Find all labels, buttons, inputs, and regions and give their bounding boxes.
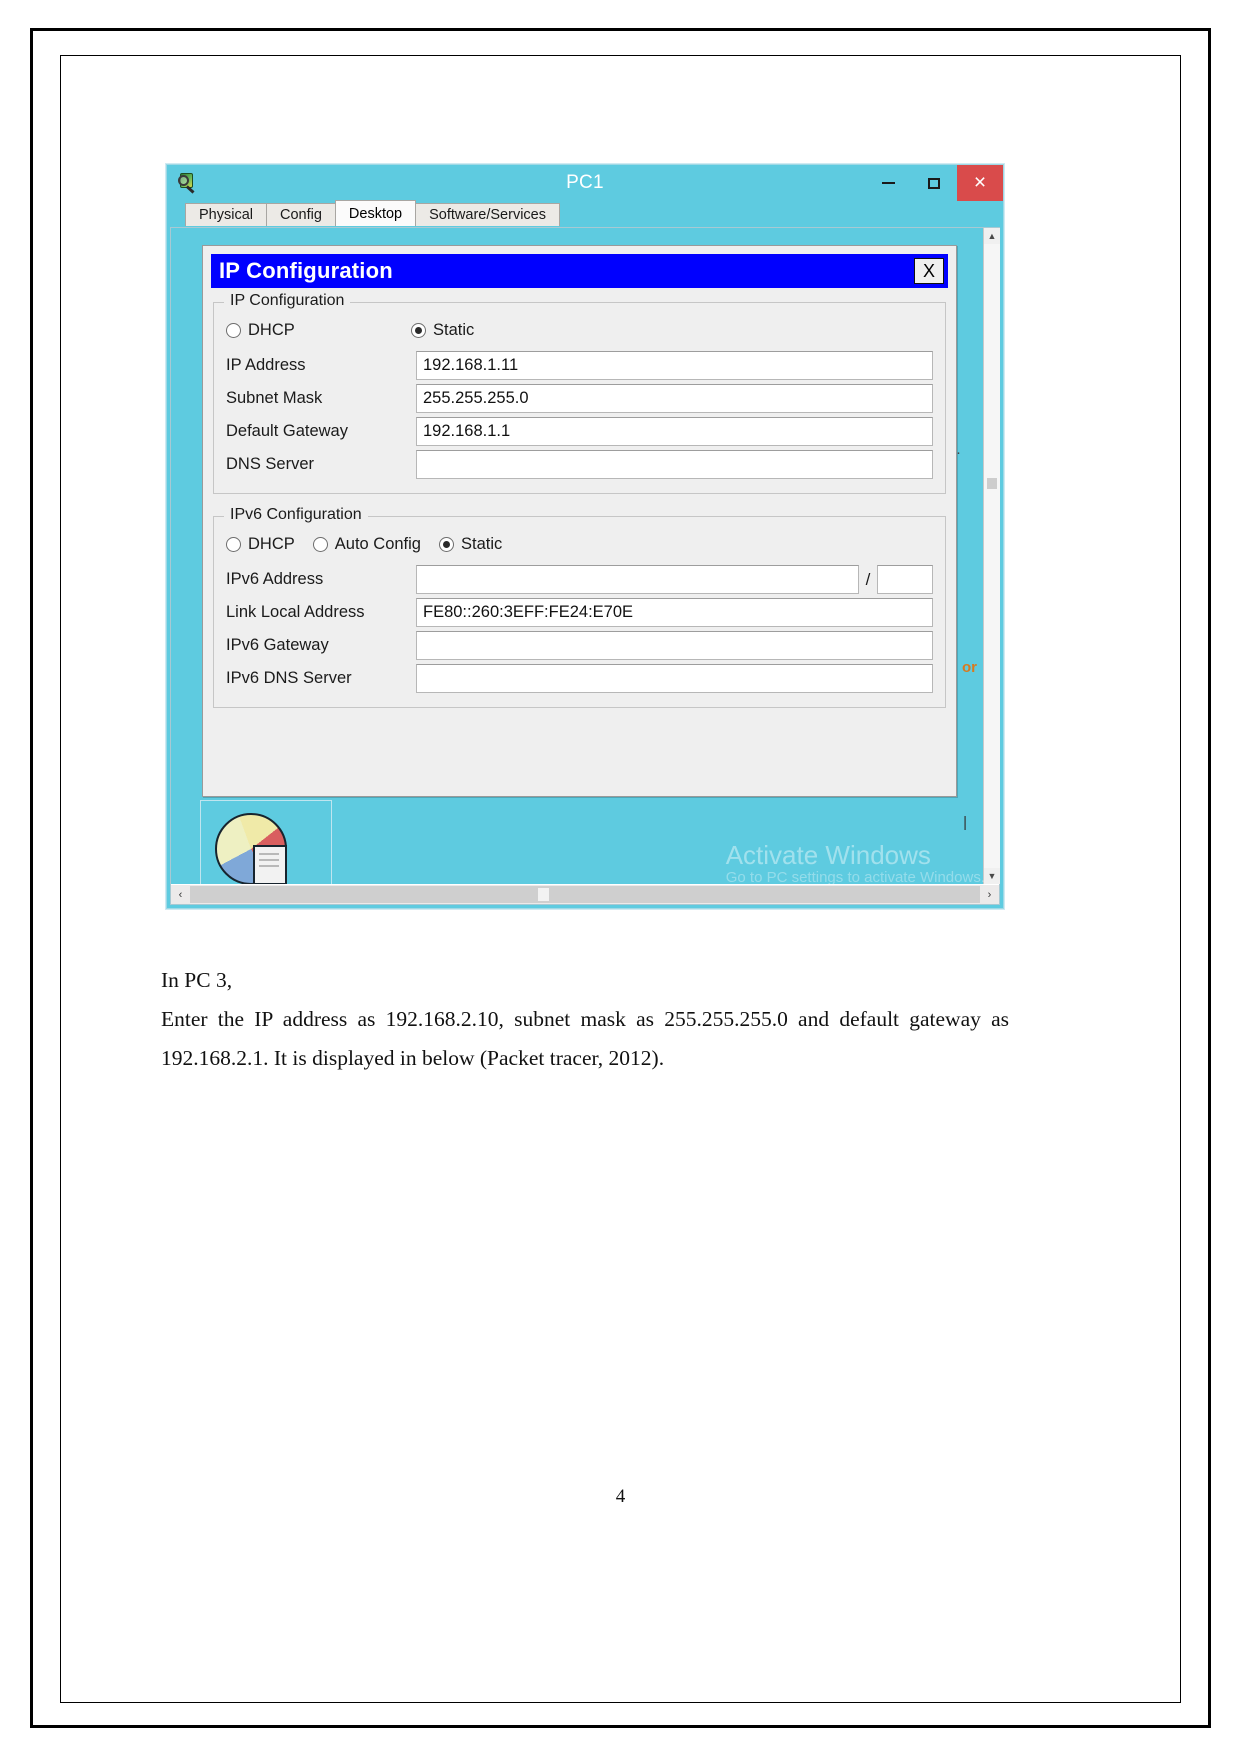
window-title-bar: PC1 × [167, 165, 1003, 201]
ip-address-label: IP Address [226, 356, 306, 374]
pie-chart-icon [215, 813, 293, 884]
radio-circle-icon [226, 536, 241, 552]
paragraph-instructions: Enter the IP address as 192.168.2.10, su… [161, 1007, 1009, 1071]
tab-physical[interactable]: Physical [185, 203, 267, 226]
ipv6-radio-auto-config-label: Auto Config [334, 534, 421, 553]
ipv6-address-input[interactable] [416, 565, 859, 594]
tab-software-services[interactable]: Software/Services [415, 203, 560, 226]
ipv6-radio-dhcp[interactable]: DHCP [226, 535, 295, 554]
row-ipv6-address: IPv6 Address / [226, 563, 933, 596]
dialog-title-bar: IP Configuration X [211, 254, 948, 288]
window-title: PC1 [566, 172, 604, 193]
scroll-left-arrow-icon[interactable]: ‹ [171, 885, 190, 904]
desktop-tab-panel: or · | IP Configuration X IP Configurati… [170, 227, 1000, 905]
ipv4-mode-radio-group: DHCP Static [226, 317, 933, 343]
ipv4-configuration-group: IP Configuration DHCP Static IP Address … [213, 292, 946, 494]
scroll-up-arrow-icon[interactable]: ▲ [984, 228, 1000, 244]
ipv6-mode-radio-group: DHCP Auto Config Static [226, 531, 933, 557]
ipv6-radio-dhcp-label: DHCP [248, 534, 295, 553]
horizontal-scrollbar[interactable]: ‹ › [171, 884, 999, 904]
background-text-fragment-or: or [962, 659, 977, 676]
radio-circle-icon [439, 536, 454, 552]
row-ipv6-gateway: IPv6 Gateway [226, 629, 933, 662]
document-body-text: In PC 3, Enter the IP address as 192.168… [161, 961, 1009, 1078]
subnet-mask-input[interactable]: 255.255.255.0 [416, 384, 933, 413]
ipv4-group-legend: IP Configuration [224, 292, 351, 310]
vertical-scrollbar[interactable]: ▲ ▼ [983, 228, 1000, 884]
row-default-gateway: Default Gateway 192.168.1.1 [226, 415, 933, 448]
packet-tracer-window: PC1 × Physical Config Desktop Software/S… [166, 164, 1004, 909]
radio-circle-icon [312, 536, 328, 552]
background-text-fragment-bar: | [963, 814, 967, 831]
default-gateway-label: Default Gateway [226, 422, 348, 440]
desktop-canvas: or · | IP Configuration X IP Configurati… [172, 229, 983, 884]
dns-server-input[interactable] [416, 450, 933, 479]
row-ipv6-dns-server: IPv6 DNS Server [226, 662, 933, 695]
row-link-local-address: Link Local Address FE80::260:3EFF:FE24:E… [226, 596, 933, 629]
ipv4-radio-dhcp[interactable]: DHCP [226, 321, 411, 340]
ipv6-prefix-length-input[interactable] [877, 565, 933, 594]
row-ip-address: IP Address 192.168.1.11 [226, 349, 933, 382]
page-border-inner: PC1 × Physical Config Desktop Software/S… [60, 55, 1181, 1703]
subnet-mask-label: Subnet Mask [226, 389, 323, 407]
desktop-program-cell[interactable] [200, 800, 332, 884]
scroll-right-arrow-icon[interactable]: › [980, 885, 999, 904]
ipv6-gateway-label: IPv6 Gateway [226, 636, 329, 654]
ipv4-radio-static[interactable]: Static [411, 321, 474, 340]
default-gateway-input[interactable]: 192.168.1.1 [416, 417, 933, 446]
ipv6-dns-server-label: IPv6 DNS Server [226, 669, 352, 687]
ipv6-configuration-group: IPv6 Configuration DHCP Auto Config Stat… [213, 506, 946, 708]
horizontal-scroll-thumb[interactable] [537, 888, 549, 901]
scroll-down-arrow-icon[interactable]: ▼ [984, 868, 1000, 884]
ip-address-input[interactable]: 192.168.1.11 [416, 351, 933, 380]
ipv6-prefix-separator: / [865, 569, 871, 589]
vertical-scroll-thumb[interactable] [987, 478, 997, 489]
page-number: 4 [615, 1486, 626, 1507]
ipv4-radio-dhcp-label: DHCP [248, 320, 295, 339]
radio-circle-icon [226, 322, 241, 338]
ipv6-radio-static-label: Static [461, 534, 503, 553]
horizontal-scroll-track[interactable] [190, 886, 980, 903]
ipv6-gateway-input[interactable] [416, 631, 933, 660]
vertical-scroll-track[interactable] [984, 244, 1000, 868]
ipv4-radio-static-label: Static [433, 320, 475, 339]
dialog-title: IP Configuration [219, 258, 393, 283]
link-local-address-input[interactable]: FE80::260:3EFF:FE24:E70E [416, 598, 933, 627]
tab-desktop[interactable]: Desktop [334, 200, 417, 226]
ipv6-radio-static[interactable]: Static [439, 535, 502, 554]
radio-circle-icon [411, 322, 426, 338]
ip-configuration-dialog: IP Configuration X IP Configuration DHCP [202, 245, 957, 797]
ipv6-group-legend: IPv6 Configuration [224, 506, 368, 524]
device-tab-strip: Physical Config Desktop Software/Service… [185, 200, 1003, 226]
link-local-address-label: Link Local Address [226, 603, 365, 621]
row-dns-server: DNS Server [226, 448, 933, 481]
row-subnet-mask: Subnet Mask 255.255.255.0 [226, 382, 933, 415]
tab-config[interactable]: Config [266, 203, 336, 226]
ipv6-address-label: IPv6 Address [226, 570, 324, 588]
ipv6-radio-auto-config[interactable]: Auto Config [312, 534, 421, 554]
dns-server-label: DNS Server [226, 455, 315, 473]
ipv6-dns-server-input[interactable] [416, 664, 933, 693]
dialog-close-button[interactable]: X [914, 258, 944, 284]
page-border-outer: PC1 × Physical Config Desktop Software/S… [30, 28, 1211, 1728]
paragraph-in-pc-3: In PC 3, [161, 968, 233, 992]
